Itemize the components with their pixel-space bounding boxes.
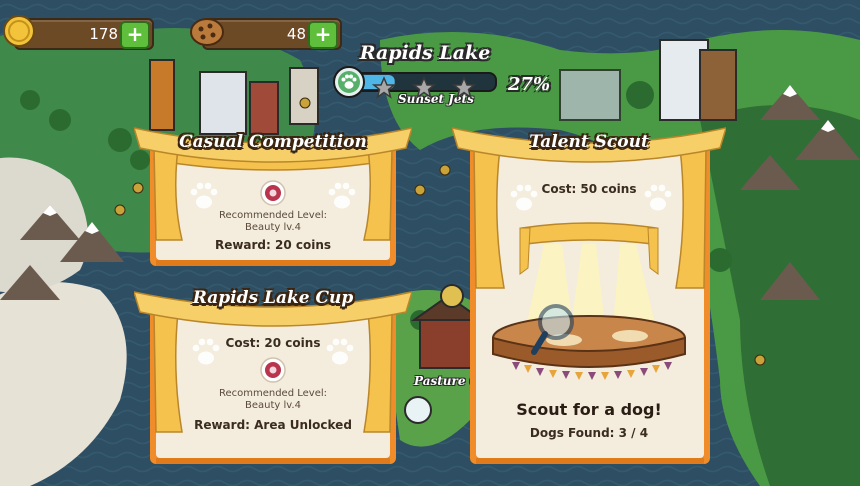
rapids-lake-cup-card[interactable]: Rapids Lake Cup Cost: 20 coins Recommend… [134, 282, 412, 468]
treats-counter: 48 + [188, 10, 346, 50]
star-rating [372, 76, 477, 99]
recommended-label: Recommended Level: [218, 210, 328, 221]
card-title: Casual Competition [179, 132, 367, 152]
add-coins-button[interactable]: + [120, 21, 150, 49]
star-icon-3 [451, 76, 477, 99]
recommended-label: Recommended Level: [218, 388, 328, 399]
scout-action-text[interactable]: Scout for a dog! [452, 400, 726, 419]
location-progress-percent: 27% [508, 74, 551, 95]
casual-competition-card[interactable]: Casual Competition Recommended Level: Be… [134, 118, 412, 270]
card-title: Talent Scout [529, 132, 649, 152]
game-screen: Sunset Jets Pasture G 178 + 48 + Rapids … [0, 0, 860, 486]
card-title: Rapids Lake Cup [192, 288, 354, 308]
cookie-icon [190, 18, 224, 46]
reward-text: Reward: Area Unlocked [194, 418, 352, 432]
recommended-value: Beauty lv.4 [245, 222, 301, 233]
treats-value: 48 [286, 25, 306, 43]
cost-text: Cost: 20 coins [225, 336, 321, 350]
dogs-found-text: Dogs Found: 3 / 4 [529, 426, 649, 440]
star-icon-1 [372, 76, 397, 99]
reward-text: Reward: 20 coins [214, 238, 332, 252]
cost-text: Cost: 50 coins [541, 182, 637, 196]
star-icon-2 [411, 76, 437, 99]
coin-icon [3, 15, 35, 47]
add-treats-button[interactable]: + [308, 21, 338, 49]
location-title: Rapids Lake [359, 42, 491, 64]
card-frame [134, 291, 412, 464]
coins-value: 178 [89, 25, 118, 43]
talent-scout-card[interactable]: Talent Scout Cost: 50 coins Scout for a … [452, 118, 726, 468]
recommended-value: Beauty lv.4 [245, 400, 301, 411]
coins-counter: 178 + [0, 10, 158, 50]
